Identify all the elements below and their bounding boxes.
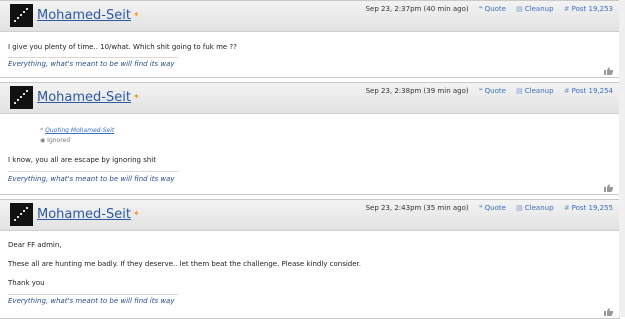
star-icon: ✦ — [133, 209, 140, 218]
quoting-line: ❝ Quoting Mohamed-Seit — [40, 127, 114, 134]
post-19255: Mohamed-Seit ✦ Sep 23, 2:43pm (35 min ag… — [0, 199, 620, 319]
quote-label: Quote — [484, 5, 506, 13]
post-number: Post 19,255 — [571, 204, 613, 212]
cleanup-label: Cleanup — [524, 204, 554, 212]
hash-icon: # — [563, 204, 570, 212]
username-link[interactable]: Mohamed-Seit — [37, 8, 131, 23]
signature: Everything, what's meant to be will find… — [8, 175, 175, 183]
post-meta: Sep 23, 2:38pm (39 min ago) ❝ Quote ▤ Clea… — [366, 87, 613, 95]
post-text-line-1: Dear FF admin, — [8, 241, 62, 249]
quote-label: Quote — [484, 204, 506, 212]
post-number-link[interactable]: # Post 19,255 — [564, 204, 613, 212]
quote-icon: ❝ — [478, 87, 483, 95]
post-19254: Mohamed-Seit ✦ Sep 23, 2:38pm (39 min ag… — [0, 82, 620, 195]
avatar[interactable] — [10, 4, 33, 27]
quote-button[interactable]: ❝ Quote — [479, 87, 506, 95]
quote-label: Quote — [484, 87, 506, 95]
post-meta: Sep 23, 2:37pm (40 min ago) ❝ Quote ▤ Clea… — [366, 5, 613, 13]
username-link[interactable]: Mohamed-Seit — [37, 207, 131, 222]
post-text: I know, you all are escape by ignoring s… — [8, 156, 156, 164]
quoting-link[interactable]: Quoting Mohamed-Seit — [45, 127, 114, 134]
signature: Everything, what's meant to be will find… — [8, 60, 175, 68]
cleanup-icon: ▤ — [516, 5, 523, 13]
quote-button[interactable]: ❝ Quote — [479, 204, 506, 212]
signature-divider — [8, 294, 178, 295]
post-text-line-3: Thank you — [8, 279, 45, 287]
post-number: Post 19,254 — [571, 87, 613, 95]
post-meta: Sep 23, 2:43pm (35 min ago) ❝ Quote ▤ Clea… — [366, 204, 613, 212]
post-header: Mohamed-Seit ✦ Sep 23, 2:43pm (35 min ag… — [0, 200, 619, 231]
ignored-note: ◉ Ignored — [40, 137, 114, 144]
like-icon[interactable] — [604, 184, 613, 192]
post-header: Mohamed-Seit ✦ Sep 23, 2:37pm (40 min ag… — [0, 1, 619, 32]
avatar[interactable] — [10, 203, 33, 226]
quote-icon: ❝ — [478, 204, 483, 212]
cleanup-button[interactable]: ▤ Cleanup — [516, 204, 553, 212]
post-number-link[interactable]: # Post 19,254 — [564, 87, 613, 95]
like-icon[interactable] — [604, 67, 613, 75]
star-icon: ✦ — [133, 10, 140, 19]
quote-button[interactable]: ❝ Quote — [479, 5, 506, 13]
signature-divider — [8, 57, 178, 58]
signature: Everything, what's meant to be will find… — [8, 297, 175, 305]
post-number: Post 19,253 — [571, 5, 613, 13]
username-link[interactable]: Mohamed-Seit — [37, 90, 131, 105]
avatar[interactable] — [10, 86, 33, 109]
cleanup-label: Cleanup — [524, 87, 554, 95]
eye-icon: ◉ — [40, 137, 46, 144]
post-date: Sep 23, 2:38pm (39 min ago) — [365, 87, 469, 95]
cleanup-button[interactable]: ▤ Cleanup — [516, 87, 553, 95]
post-text-line-2: These all are hunting me badly. If they … — [8, 260, 362, 268]
signature-divider — [8, 171, 178, 172]
ignored-label: Ignored — [47, 137, 71, 144]
quote-mark-icon: ❝ — [40, 127, 44, 134]
star-icon: ✦ — [133, 92, 140, 101]
post-number-link[interactable]: # Post 19,253 — [564, 5, 613, 13]
cleanup-icon: ▤ — [516, 87, 523, 95]
post-text: I give you plenty of time.. 10/what. Whi… — [8, 43, 237, 51]
post-header: Mohamed-Seit ✦ Sep 23, 2:38pm (39 min ag… — [0, 83, 619, 114]
post-19253: Mohamed-Seit ✦ Sep 23, 2:37pm (40 min ag… — [0, 0, 620, 78]
hash-icon: # — [563, 87, 570, 95]
cleanup-icon: ▤ — [516, 204, 523, 212]
cleanup-button[interactable]: ▤ Cleanup — [516, 5, 553, 13]
cleanup-label: Cleanup — [524, 5, 554, 13]
scrollbar[interactable] — [619, 0, 625, 317]
hash-icon: # — [563, 5, 570, 13]
like-icon[interactable] — [604, 308, 613, 316]
quote-block: ❝ Quoting Mohamed-Seit ◉ Ignored — [40, 127, 114, 144]
quote-icon: ❝ — [478, 5, 483, 13]
post-date: Sep 23, 2:43pm (35 min ago) — [365, 204, 469, 212]
post-date: Sep 23, 2:37pm (40 min ago) — [365, 5, 469, 13]
